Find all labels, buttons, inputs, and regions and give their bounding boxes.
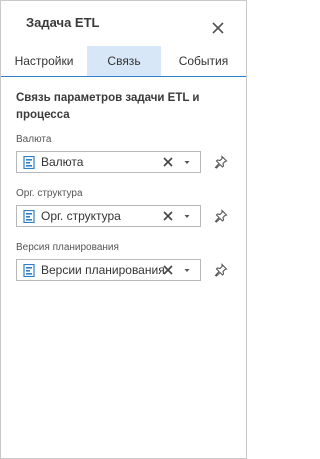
- panel-title: Задача ETL: [26, 15, 100, 30]
- dimension-icon: [23, 210, 35, 223]
- section-title: Связь параметров задачи ETL и процесса: [16, 92, 200, 121]
- panel-header: Задача ETL: [1, 1, 246, 45]
- currency-value: Валюта: [41, 155, 84, 169]
- dimension-icon: [23, 156, 35, 169]
- tab-settings[interactable]: Настройки: [1, 46, 87, 76]
- org-structure-label: Орг. структура: [16, 188, 83, 199]
- tab-link[interactable]: Связь: [87, 46, 161, 76]
- pin-icon[interactable]: [214, 209, 228, 223]
- currency-select[interactable]: Валюта: [16, 151, 201, 173]
- currency-label: Валюта: [16, 134, 52, 145]
- clear-icon[interactable]: [161, 263, 175, 277]
- chevron-down-icon[interactable]: [183, 268, 191, 273]
- clear-icon[interactable]: [161, 155, 175, 169]
- etl-task-panel: Задача ETL Настройки Связь События Связь…: [0, 0, 247, 459]
- chevron-down-icon[interactable]: [183, 160, 191, 165]
- tab-events[interactable]: События: [161, 46, 246, 76]
- dimension-icon: [23, 264, 35, 277]
- planning-version-select[interactable]: Версии планирования: [16, 259, 201, 281]
- pin-icon[interactable]: [214, 155, 228, 169]
- org-structure-value: Орг. структура: [41, 209, 121, 223]
- pin-icon[interactable]: [214, 263, 228, 277]
- planning-version-label: Версия планирования: [16, 242, 119, 253]
- planning-version-value: Версии планирования: [41, 263, 165, 277]
- clear-icon[interactable]: [161, 209, 175, 223]
- org-structure-select[interactable]: Орг. структура: [16, 205, 201, 227]
- chevron-down-icon[interactable]: [183, 214, 191, 219]
- close-icon[interactable]: [207, 17, 231, 41]
- tab-bar: Настройки Связь События: [1, 46, 246, 77]
